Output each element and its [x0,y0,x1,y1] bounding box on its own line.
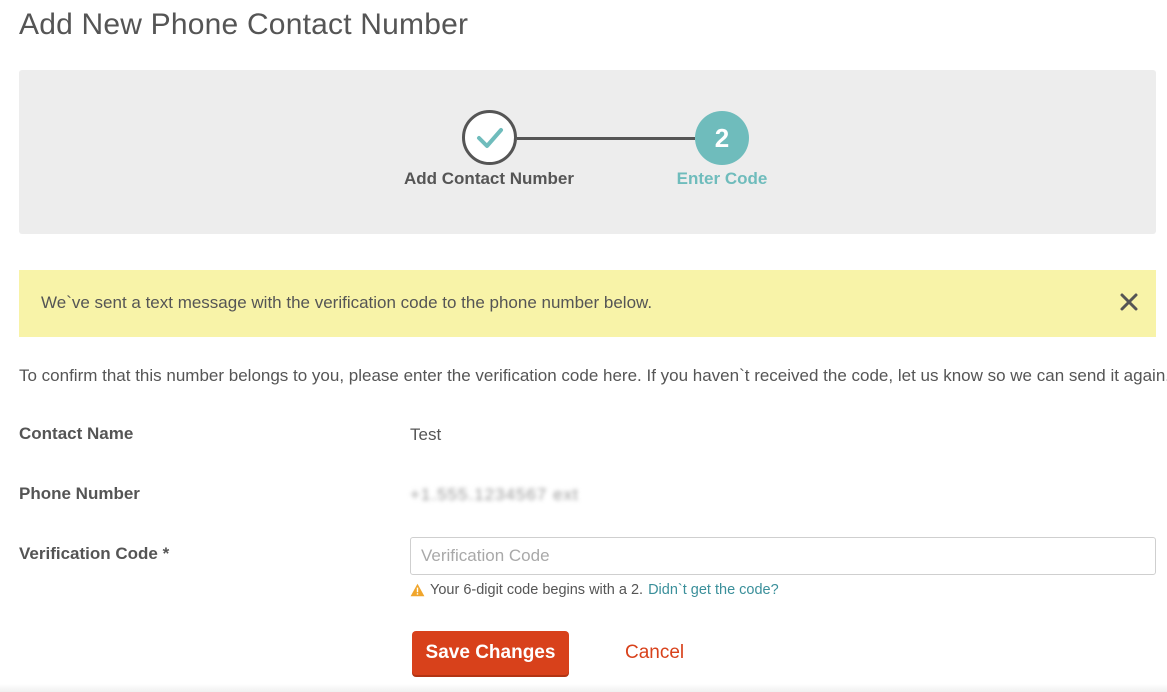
verification-code-label: Verification Code * [19,544,170,563]
step-2-label: Enter Code [676,169,768,188]
notification-banner: We`ve sent a text message with the verif… [19,270,1156,337]
check-icon [477,128,503,148]
warning-icon [410,583,425,597]
step-2-active-indicator: 2 [695,111,749,165]
resend-code-link[interactable]: Didn`t get the code? [648,582,779,598]
hint-text: Your 6-digit code begins with a 2. [430,582,644,598]
contact-name-label: Contact Name [19,424,134,443]
phone-number-value: +1.555.1234567 ext [410,485,579,504]
phone-number-label: Phone Number [19,484,140,503]
instructions-text: To confirm that this number belongs to y… [19,366,1167,385]
contact-name-value: Test [410,425,442,444]
notification-message: We`ve sent a text message with the verif… [41,293,653,312]
step-connector-line [517,137,695,140]
page-title: Add New Phone Contact Number [19,8,469,41]
footer-shadow [0,684,1167,692]
step-1-label: Add Contact Number [404,169,574,188]
step-1-complete-indicator [462,110,517,165]
close-icon[interactable] [1118,290,1140,314]
progress-stepper: 2 Add Contact Number Enter Code [19,70,1156,234]
verification-code-input[interactable] [410,537,1156,575]
verification-hint: Your 6-digit code begins with a 2. Didn`… [410,582,779,598]
cancel-link[interactable]: Cancel [625,642,684,664]
save-changes-button[interactable]: Save Changes [412,631,569,675]
